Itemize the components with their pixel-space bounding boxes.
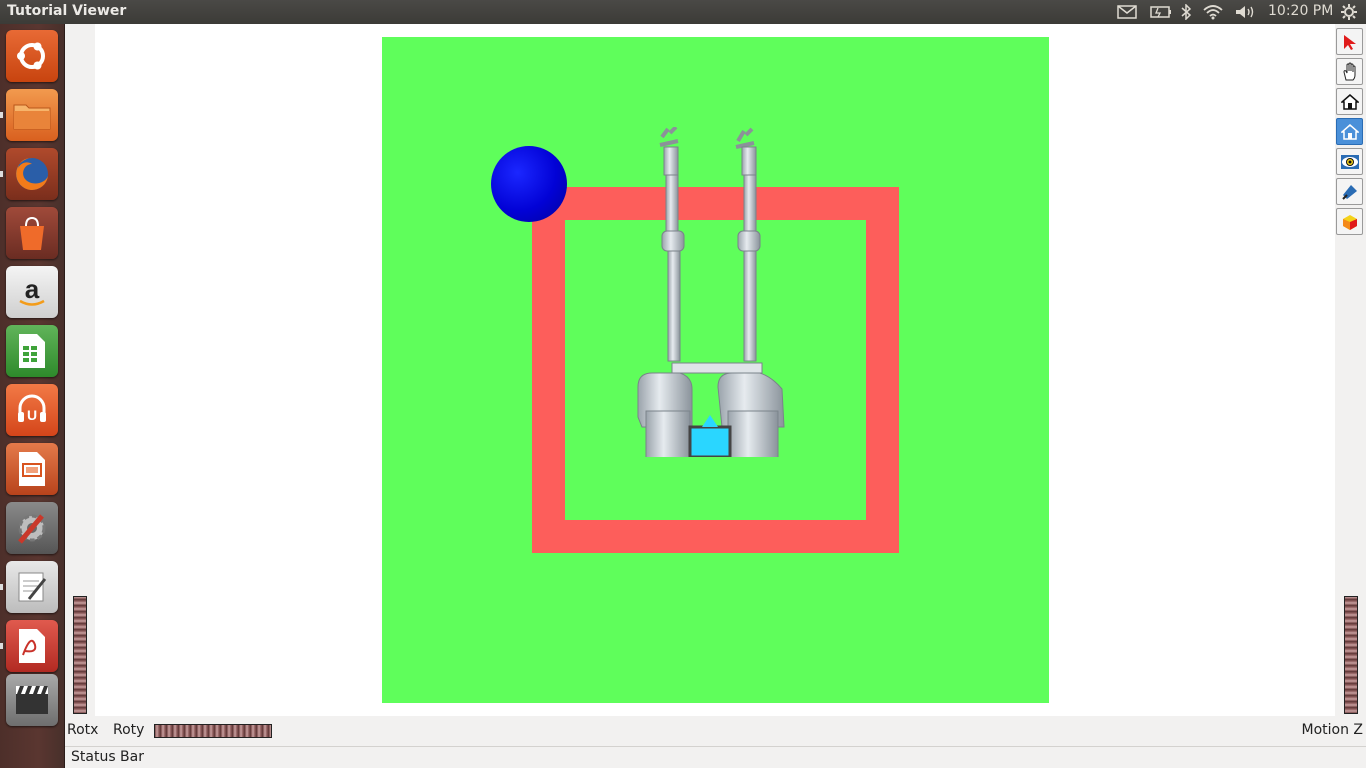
scene-canvas[interactable] [95, 24, 1335, 716]
robot-model[interactable] [632, 127, 802, 457]
robot-right-arm [735, 127, 761, 362]
svg-text:U: U [27, 407, 37, 423]
hand-view-icon[interactable] [1336, 58, 1363, 85]
firefox-icon[interactable] [6, 148, 58, 200]
robot-left-arm [659, 127, 685, 362]
system-settings-icon[interactable] [6, 502, 58, 554]
blue-sphere[interactable] [491, 146, 567, 222]
ubuntu-one-music-icon[interactable]: U [6, 384, 58, 436]
bluetooth-icon[interactable] [1180, 4, 1192, 20]
rotx-thumbwheel[interactable] [73, 596, 87, 714]
rotx-label: Rotx [67, 722, 99, 738]
robot-base [637, 362, 785, 457]
viewer-toolbar [1336, 28, 1364, 238]
view-all-icon[interactable] [1336, 148, 1363, 175]
clapperboard-icon[interactable] [6, 674, 58, 726]
roty-thumbwheel[interactable] [154, 724, 272, 738]
status-text: Status Bar [71, 749, 145, 765]
settings-gear-icon[interactable] [1340, 3, 1358, 20]
running-indicator [0, 643, 3, 649]
clock[interactable]: 10:20 PM [1268, 3, 1333, 19]
ubuntu-dash-icon[interactable] [6, 30, 58, 82]
running-indicator [0, 112, 3, 118]
status-bar: Status Bar [65, 746, 1366, 768]
files-icon[interactable] [6, 89, 58, 141]
libreoffice-calc-icon[interactable] [6, 325, 58, 377]
viewer-area [65, 24, 1366, 716]
projection-toggle-icon[interactable] [1336, 208, 1363, 235]
svg-text:a: a [25, 274, 40, 304]
wifi-icon[interactable] [1202, 4, 1224, 20]
window-title: Tutorial Viewer [7, 3, 127, 19]
amazon-icon[interactable]: a [6, 266, 58, 318]
top-panel: Tutorial Viewer 10:20 PM [0, 0, 1366, 24]
running-indicator [0, 171, 3, 177]
software-center-icon[interactable] [6, 207, 58, 259]
seek-icon[interactable] [1336, 178, 1363, 205]
ground-plane [382, 37, 1049, 703]
motion-z-label: Motion Z [1301, 722, 1363, 738]
bottom-control-bar: Rotx Roty Motion Z [65, 716, 1366, 746]
home-icon[interactable] [1336, 88, 1363, 115]
motion-z-thumbwheel[interactable] [1344, 596, 1358, 714]
running-indicator [0, 584, 3, 590]
pick-arrow-icon[interactable] [1336, 28, 1363, 55]
volume-icon[interactable] [1234, 4, 1256, 20]
mail-icon[interactable] [1117, 4, 1137, 20]
pdf-viewer-icon[interactable] [6, 620, 58, 672]
text-editor-icon[interactable] [6, 561, 58, 613]
launcher: a U [0, 24, 65, 768]
libreoffice-impress-icon[interactable] [6, 443, 58, 495]
set-home-icon[interactable] [1336, 118, 1363, 145]
roty-label: Roty [113, 722, 145, 738]
battery-icon[interactable] [1150, 4, 1172, 20]
